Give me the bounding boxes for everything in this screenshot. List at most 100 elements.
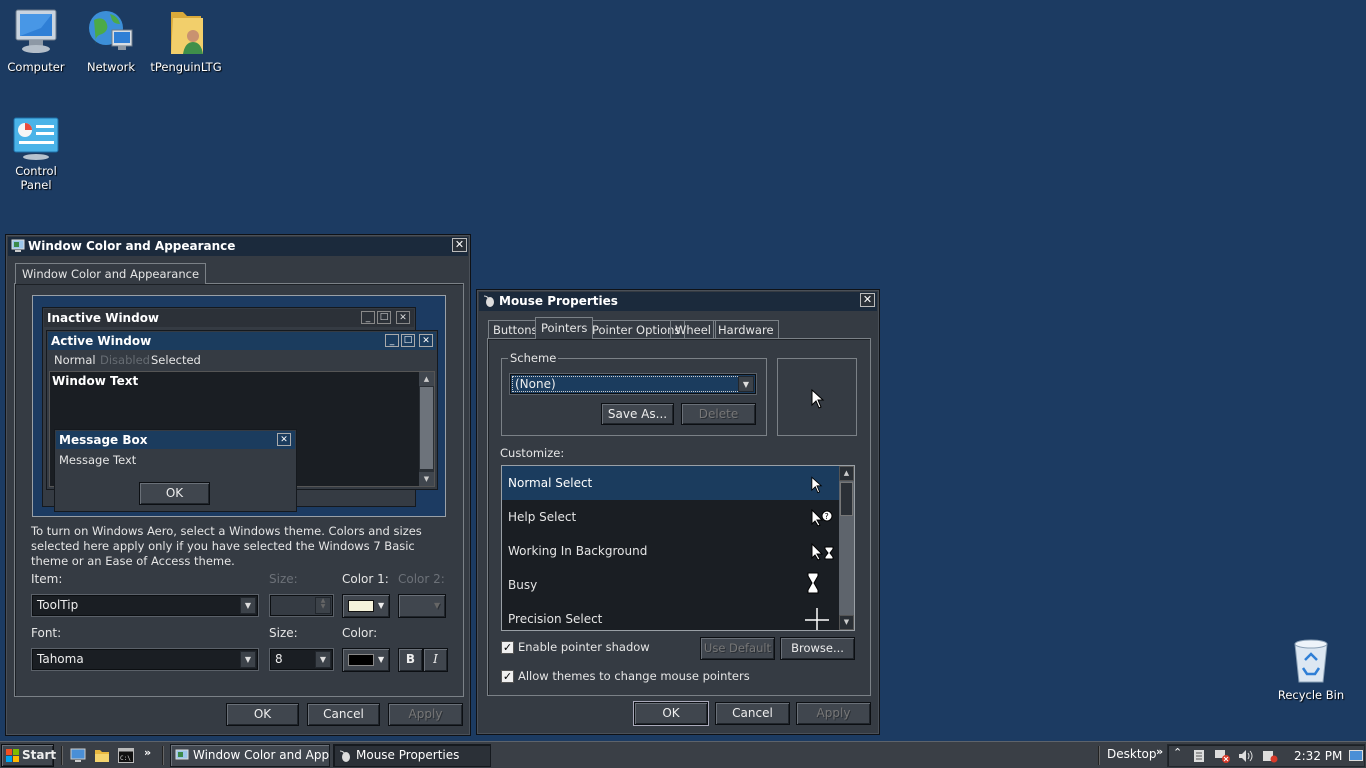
desktop-icon-label: Recycle Bin — [1277, 688, 1345, 702]
chevron-down-icon[interactable]: ▼ — [240, 597, 256, 614]
list-item[interactable]: Help Select ? — [502, 500, 839, 534]
tab-wheel[interactable]: Wheel — [670, 320, 717, 339]
scroll-down-icon[interactable]: ▼ — [839, 615, 854, 630]
preview-menu-disabled: Disabled — [100, 353, 150, 367]
browse-button[interactable]: Browse... — [780, 637, 855, 660]
mouse-icon — [339, 750, 350, 762]
taskbar-separator — [162, 746, 164, 765]
font-color-picker[interactable]: ▼ — [342, 648, 390, 672]
arrow-cursor-icon — [811, 389, 825, 409]
chevron-down-icon: ▼ — [378, 601, 385, 610]
mouse-ok-button[interactable]: OK — [633, 701, 709, 726]
close-icon[interactable]: ✕ — [860, 293, 875, 307]
show-hidden-icons-icon[interactable]: ⌃ — [1173, 746, 1182, 759]
svg-text:C:\: C:\ — [120, 755, 131, 762]
task-label: Window Color and Appe... — [193, 748, 330, 762]
size-label: Size: — [269, 572, 298, 586]
desktop-icon-user-folder[interactable]: tPenguinLTG — [148, 6, 224, 74]
font-size-select[interactable]: 8 ▼ — [270, 649, 333, 670]
preview-maximize-icon: □ — [401, 334, 415, 347]
save-as-button[interactable]: Save As... — [601, 403, 674, 425]
power-icon[interactable] — [1262, 749, 1278, 763]
font-select-value: Tahoma — [37, 652, 84, 666]
item-label: Item: — [31, 572, 63, 586]
item-select-value: ToolTip — [37, 598, 79, 612]
list-item[interactable]: Busy — [502, 568, 839, 602]
desktop-icon-label: tPenguinLTG — [150, 60, 222, 74]
desktop-icon-network[interactable]: Network — [73, 6, 149, 74]
spinner-icon[interactable]: ▲ ▼ — [315, 597, 331, 614]
chevron-down-icon[interactable]: ▼ — [315, 651, 331, 668]
italic-toggle[interactable]: I — [423, 648, 448, 672]
font-color-label: Color: — [342, 626, 378, 640]
mouse-titlebar[interactable]: Mouse Properties — [479, 292, 877, 311]
color1-label: Color 1: — [342, 572, 389, 586]
allow-themes-label[interactable]: Allow themes to change mouse pointers — [518, 669, 750, 683]
desktop-toolbar-overflow-icon[interactable]: » — [1156, 745, 1163, 758]
crosshair-cursor-icon — [805, 608, 829, 630]
delete-button[interactable]: Delete — [681, 403, 756, 425]
color1-picker[interactable]: ▼ — [342, 594, 390, 618]
color2-label: Color 2: — [398, 572, 445, 586]
tab-window-color[interactable]: Window Color and Appearance — [15, 263, 207, 284]
user-folder-icon — [171, 12, 203, 54]
tray: ⌃ 2:32 PM — [1167, 744, 1365, 767]
scheme-select[interactable]: (None) ▼ — [510, 374, 756, 394]
customize-label: Customize: — [500, 446, 565, 460]
font-select[interactable]: Tahoma ▼ — [32, 649, 258, 670]
action-center-icon[interactable] — [1192, 749, 1206, 763]
allow-themes-checkbox[interactable]: ✓ — [501, 670, 514, 683]
aero-info-text: To turn on Windows Aero, select a Window… — [31, 524, 422, 568]
font-size-label: Size: — [269, 626, 298, 640]
command-prompt-icon[interactable]: C:\ — [118, 748, 134, 763]
tab-label: Wheel — [675, 323, 712, 337]
list-item[interactable]: Precision Select — [502, 602, 839, 630]
explorer-icon[interactable] — [94, 748, 110, 763]
appearance-title: Window Color and Appearance — [28, 239, 236, 253]
item-select[interactable]: ToolTip ▼ — [32, 595, 258, 616]
list-item[interactable]: Normal Select — [502, 466, 839, 500]
pointer-list-scrollbar[interactable]: ▲ ▼ — [839, 466, 854, 630]
enable-shadow-label[interactable]: Enable pointer shadow — [518, 640, 650, 654]
network-error-icon[interactable] — [1214, 749, 1230, 763]
volume-icon[interactable] — [1238, 749, 1254, 763]
show-desktop-corner-icon[interactable] — [1349, 749, 1363, 763]
desktop-icon-recycle-bin[interactable]: Recycle Bin — [1273, 636, 1349, 702]
preview-minimize-icon: _ — [361, 311, 375, 324]
tab-pointers[interactable]: Pointers — [535, 317, 594, 339]
chevron-down-icon[interactable]: ▼ — [240, 651, 256, 668]
show-desktop-icon[interactable] — [70, 748, 86, 763]
tab-label: Window Color and Appearance — [22, 267, 200, 281]
desktop-toolbar-label[interactable]: Desktop — [1107, 747, 1157, 761]
desktop-icon-computer[interactable]: Computer — [0, 6, 74, 74]
enable-shadow-checkbox[interactable]: ✓ — [501, 641, 514, 654]
start-button[interactable]: Start — [1, 744, 56, 767]
appearance-cancel-button[interactable]: Cancel — [307, 703, 380, 726]
list-item[interactable]: Working In Background — [502, 534, 839, 568]
clock[interactable]: 2:32 PM — [1294, 749, 1342, 763]
preview-msgbox-ok[interactable]: OK — [139, 482, 210, 505]
pointer-label: Normal Select — [508, 476, 593, 490]
bold-toggle[interactable]: B — [398, 648, 423, 672]
appearance-apply-button[interactable]: Apply — [388, 703, 463, 726]
color2-picker[interactable]: ▼ — [398, 594, 446, 618]
quick-launch-overflow-icon[interactable]: » — [144, 746, 151, 759]
close-icon[interactable]: ✕ — [452, 238, 467, 252]
task-window-color[interactable]: Window Color and Appe... — [170, 744, 330, 767]
preview-message-box[interactable]: Message Box ✕ Message Text OK — [54, 429, 297, 512]
pointer-list[interactable]: Normal Select Help Select ? Working In B… — [501, 465, 855, 631]
task-mouse-properties[interactable]: Mouse Properties — [333, 744, 491, 767]
mouse-apply-button[interactable]: Apply — [796, 702, 871, 725]
scroll-up-icon[interactable]: ▲ — [839, 466, 854, 481]
scroll-thumb[interactable] — [840, 482, 853, 516]
size-stepper[interactable]: ▲ ▼ — [270, 595, 333, 616]
font-size-value: 8 — [275, 652, 283, 666]
desktop-icon-control-panel[interactable]: Control Panel — [0, 116, 74, 192]
mouse-cancel-button[interactable]: Cancel — [715, 702, 790, 725]
chevron-down-icon[interactable]: ▼ — [738, 376, 754, 392]
tab-hardware[interactable]: Hardware — [713, 320, 779, 339]
desktop-icon-label: Control Panel — [15, 164, 57, 192]
appearance-ok-button[interactable]: OK — [226, 703, 299, 726]
appearance-titlebar[interactable]: Window Color and Appearance — [8, 237, 468, 256]
use-default-button[interactable]: Use Default — [700, 637, 775, 660]
